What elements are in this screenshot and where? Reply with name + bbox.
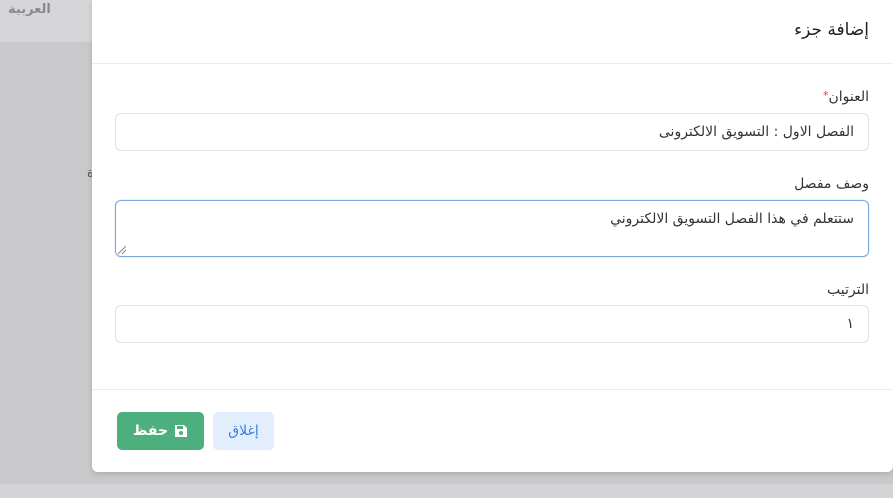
save-button-label: حفظ [132,423,169,439]
language-label: العربية [8,2,51,17]
close-button-label: إغلاق [228,423,259,439]
floppy-disk-icon [175,425,188,437]
title-label-text: العنوان [828,89,869,105]
description-label: وصف مفصل [794,176,869,192]
description-textarea[interactable]: ستتعلم في هذا الفصل التسويق الالكتروني [115,200,869,257]
order-label: الترتيب [827,282,869,298]
save-button[interactable]: حفظ [117,412,204,450]
add-section-modal: إضافة جزء العنوان* الفصل الاول : التسويق… [92,0,893,472]
order-input[interactable]: ١ [115,305,869,343]
modal-footer: إغلاق حفظ [92,389,893,472]
close-button[interactable]: إغلاق [213,412,274,450]
background-bottom-strip [0,484,893,498]
modal-header: إضافة جزء [92,0,893,64]
description-text: ستتعلم في هذا الفصل التسويق الالكتروني [610,211,854,227]
modal-title: إضافة جزء [794,20,869,40]
title-input[interactable]: الفصل الاول : التسويق الالكترونى [115,113,869,151]
title-label: العنوان* [823,89,869,105]
resize-grip-icon[interactable] [118,246,126,254]
